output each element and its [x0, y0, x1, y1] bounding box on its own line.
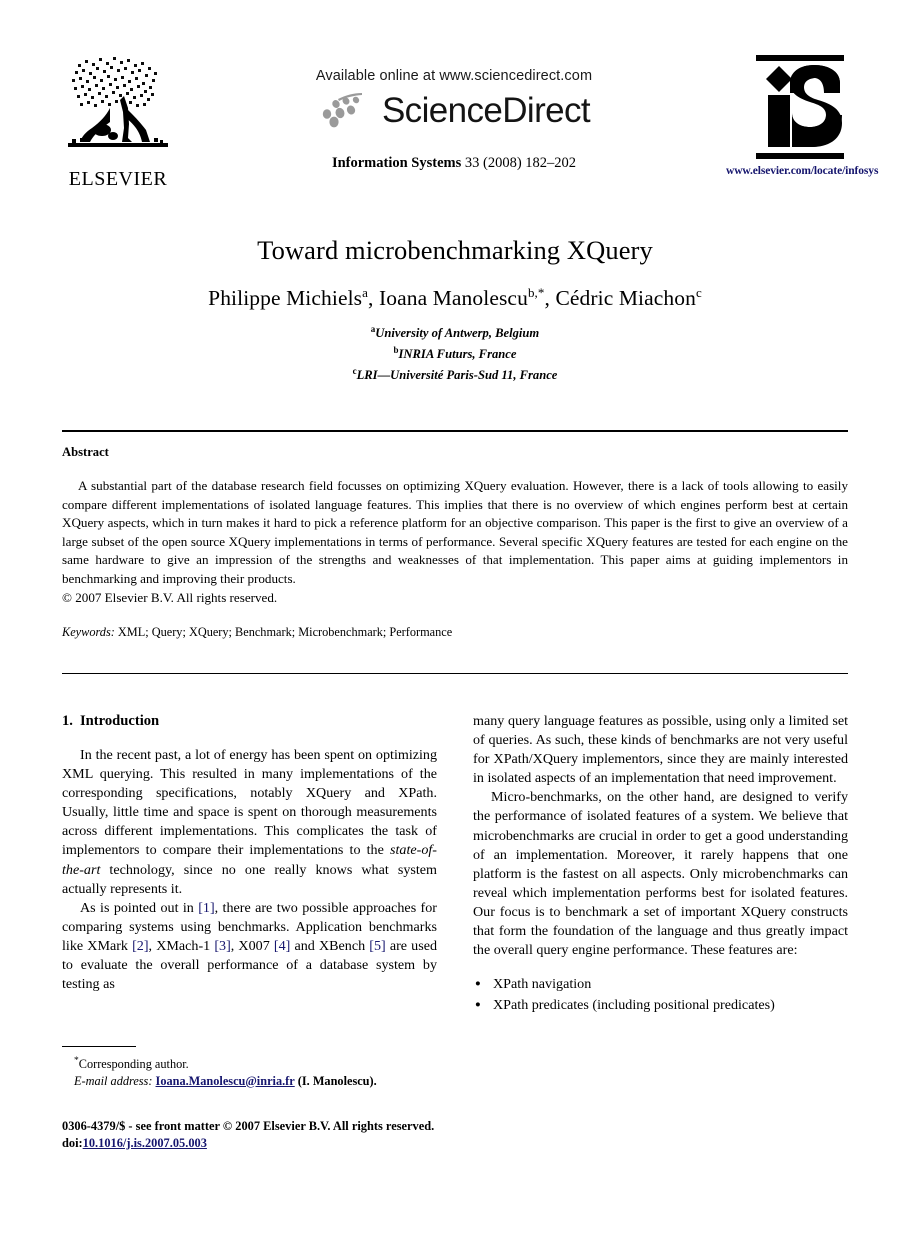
text-run: In the recent past, a lot of energy has …	[62, 747, 437, 859]
doi-line: doi:10.1016/j.is.2007.05.003	[62, 1135, 622, 1152]
paragraph: Micro-benchmarks, on the other hand, are…	[473, 789, 848, 959]
page-title: Toward microbenchmarking XQuery	[257, 235, 653, 265]
paragraph: As is pointed out in [1], there are two …	[62, 899, 437, 994]
section-heading-introduction: 1. Introduction	[62, 712, 437, 730]
author-list: Philippe Michielsa, Ioana Manolescub,*, …	[62, 280, 848, 311]
text-run: technology, since no one really knows wh…	[62, 861, 437, 897]
email-label: E-mail address:	[74, 1073, 153, 1088]
paragraph: In the recent past, a lot of energy has …	[62, 746, 437, 899]
affiliation-list: aUniversity of Antwerp, Belgium bINRIA F…	[62, 321, 848, 383]
keywords-values: XML; Query; XQuery; Benchmark; Microbenc…	[117, 625, 453, 640]
abstract-section: Abstract A substantial part of the datab…	[62, 444, 848, 640]
author-name: Philippe Michiels	[208, 286, 363, 311]
affiliation-item: aUniversity of Antwerp, Belgium	[62, 321, 848, 342]
citation-link-3[interactable]: [3]	[214, 938, 230, 954]
journal-site-url[interactable]: www.elsevier.com/locate/infosys	[726, 165, 878, 177]
elsevier-tree-icon	[68, 57, 168, 147]
list-item: XPath navigation	[473, 974, 848, 995]
citation-link-1[interactable]: [1]	[198, 900, 214, 916]
corresponding-author-note: *Corresponding author.	[62, 1053, 437, 1073]
section-title: Introduction	[79, 713, 160, 729]
author-affiliation-mark: b,*	[527, 285, 545, 300]
journal-reference: Information Systems 33 (2008) 182–202	[274, 155, 634, 172]
issn-copyright-line: 0306-4379/$ - see front matter © 2007 El…	[62, 1119, 435, 1133]
feature-list: XPath navigation XPath predicates (inclu…	[473, 974, 848, 1016]
footnote-block: *Corresponding author. E-mail address: I…	[62, 1046, 437, 1089]
email-owner: (I. Manolescu).	[297, 1073, 377, 1088]
abstract-copyright: © 2007 Elsevier B.V. All rights reserved…	[62, 589, 278, 605]
sciencedirect-wordmark: ScienceDirect	[381, 91, 591, 130]
citation-link-4[interactable]: [4]	[274, 938, 290, 954]
keywords-line: Keywords: XML; Query; XQuery; Benchmark;…	[62, 624, 848, 640]
is-monogram-icon	[756, 55, 844, 159]
author-name: Cédric Miachon	[555, 286, 696, 311]
abstract-text: A substantial part of the database resea…	[62, 478, 848, 586]
elsevier-wordmark: ELSEVIER	[68, 168, 168, 190]
doi-label: doi:	[62, 1135, 83, 1150]
text-run: and XBench	[290, 937, 370, 954]
text-run: , X007	[230, 937, 274, 954]
affiliation-item: cLRI—Université Paris-Sud 11, France	[62, 363, 848, 384]
doi-link[interactable]: 10.1016/j.is.2007.05.003	[83, 1136, 207, 1150]
paragraph: many query language features as possible…	[473, 713, 848, 787]
author-separator: ,	[544, 286, 556, 311]
text-run: As is pointed out in	[80, 899, 199, 916]
page-footer: 0306-4379/$ - see front matter © 2007 El…	[62, 1118, 622, 1151]
affiliation-item: bINRIA Futurs, France	[62, 342, 848, 363]
sciencedirect-swoosh-icon	[322, 93, 362, 128]
text-run: , XMach-1	[148, 937, 215, 954]
abstract-top-rule	[62, 430, 848, 433]
citation-link-2[interactable]: [2]	[132, 938, 148, 954]
title-block: Toward microbenchmarking XQuery Philippe…	[62, 234, 848, 383]
abstract-heading: Abstract	[62, 445, 109, 459]
affiliation-text: INRIA Futurs, France	[398, 347, 517, 362]
citation-link-5[interactable]: [5]	[369, 938, 385, 954]
sciencedirect-logo-block: Available online at www.sciencedirect.co…	[274, 68, 634, 131]
section-number: 1.	[62, 713, 73, 729]
author-affiliation-mark: c	[695, 285, 702, 300]
journal-article-page: ELSEVIER Available online at www.science…	[0, 0, 907, 1238]
author-entry: Philippe Michielsa,	[208, 285, 379, 311]
author-entry: Cédric Miachonc	[555, 285, 702, 311]
email-note: E-mail address: Ioana.Manolescu@inria.fr…	[62, 1073, 437, 1090]
footnote-rule	[62, 1046, 136, 1048]
email-link[interactable]: Ioana.Manolescu@inria.fr	[156, 1074, 295, 1088]
elsevier-logo: ELSEVIER	[66, 50, 170, 198]
information-systems-logo: www.elsevier.com/locate/infosys	[726, 53, 878, 203]
keywords-label: Keywords:	[62, 625, 115, 640]
body-column-left: 1. Introduction In the recent past, a lot…	[62, 712, 437, 994]
corresponding-author-text: Corresponding author.	[78, 1057, 189, 1072]
author-name: Ioana Manolescu	[378, 286, 528, 311]
journal-name: Information Systems	[331, 155, 462, 171]
abstract-bottom-rule	[62, 673, 848, 675]
available-online-text: Available online at www.sciencedirect.co…	[315, 68, 593, 84]
affiliation-text: University of Antwerp, Belgium	[375, 326, 540, 341]
body-column-right: many query language features as possible…	[473, 712, 848, 1016]
list-item: XPath predicates (including positional p…	[473, 995, 848, 1016]
journal-volume-pages: 33 (2008) 182–202	[464, 155, 577, 171]
author-entry: Ioana Manolescub,*,	[378, 285, 556, 311]
masthead: ELSEVIER Available online at www.science…	[62, 48, 878, 208]
author-separator: ,	[368, 286, 379, 311]
affiliation-text: LRI—Université Paris-Sud 11, France	[356, 367, 558, 382]
